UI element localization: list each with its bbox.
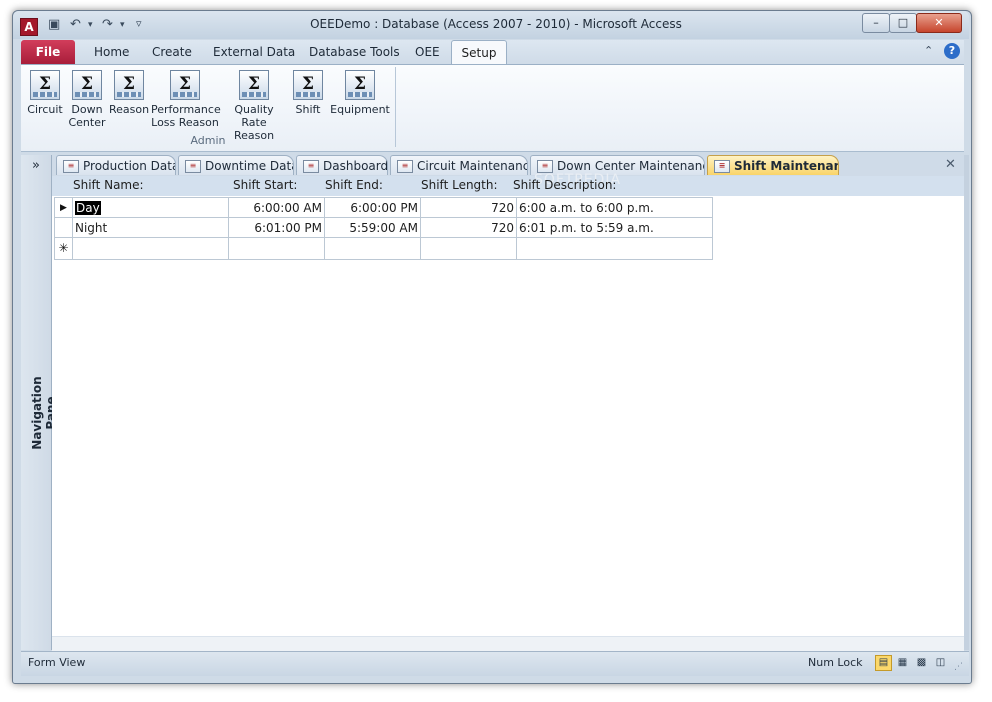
doc-tab-shift-maintenance[interactable]: ≡ Shift Maintenance	[707, 155, 839, 175]
doc-tab-downtime-data[interactable]: ≡ Downtime Data	[178, 155, 294, 175]
new-shift-start-field[interactable]	[229, 238, 325, 260]
shift-start-field[interactable]: 6:00:00 AM	[229, 197, 325, 218]
sigma-icon: Σ	[239, 70, 269, 100]
doc-tab-circuit-maintenance[interactable]: ≡ Circuit Maintenance	[390, 155, 528, 175]
doc-tab-label: Down Center Maintenance	[557, 159, 705, 173]
sigma-icon: Σ	[170, 70, 200, 100]
reason-button[interactable]: Σ Reason	[109, 70, 149, 116]
tab-create[interactable]: Create	[150, 40, 194, 64]
form-header	[52, 176, 964, 196]
sigma-icon: Σ	[30, 70, 60, 100]
header-shift-description: Shift Description:	[513, 178, 617, 192]
header-shift-length: Shift Length:	[421, 178, 498, 192]
design-view-icon[interactable]: ◫	[932, 655, 949, 671]
record-selector[interactable]: ▶	[54, 197, 73, 218]
maximize-button[interactable]: □	[889, 13, 917, 33]
tab-file[interactable]: File	[21, 40, 75, 64]
new-record-selector[interactable]: ✳	[54, 238, 73, 260]
sigma-icon: Σ	[293, 70, 323, 100]
new-shift-length-field[interactable]	[421, 238, 517, 260]
form-icon: ≡	[397, 160, 413, 173]
circuit-button[interactable]: Σ Circuit	[25, 70, 65, 116]
form-icon: ≡	[185, 160, 201, 173]
minimize-button[interactable]: –	[862, 13, 890, 33]
doc-tab-label: Production Data	[83, 159, 176, 173]
equipment-label: Equipment	[330, 103, 390, 116]
performance-loss-reason-button[interactable]: Σ Performance Loss Reason	[151, 70, 221, 129]
doc-tab-label: Dashboard	[323, 159, 388, 173]
shift-description-field[interactable]: 6:00 a.m. to 6:00 p.m.	[517, 197, 713, 218]
shift-end-field[interactable]: 5:59:00 AM	[325, 218, 421, 238]
expand-nav-pane-icon[interactable]: »	[26, 158, 46, 173]
form-icon: ≡	[303, 160, 319, 173]
datasheet-view-icon[interactable]: ▦	[894, 655, 911, 671]
window-edge	[964, 155, 969, 650]
tab-setup[interactable]: Setup	[451, 40, 507, 66]
navigation-pane-label[interactable]: Navigation Pane	[30, 365, 58, 461]
close-document-icon[interactable]: ✕	[945, 157, 956, 172]
status-view-name: Form View	[28, 656, 86, 669]
shift-length-field[interactable]: 720	[421, 218, 517, 238]
sigma-icon: Σ	[114, 70, 144, 100]
form-icon: ≡	[63, 160, 79, 173]
minimize-ribbon-icon[interactable]: ⌃	[924, 44, 933, 57]
tab-oee[interactable]: OEE	[413, 40, 442, 64]
sigma-icon: Σ	[345, 70, 375, 100]
close-button[interactable]: ✕	[916, 13, 962, 33]
header-shift-start: Shift Start:	[233, 178, 298, 192]
reason-label: Reason	[109, 103, 150, 116]
quality-label-1: Quality Rate	[234, 103, 274, 129]
shift-button[interactable]: Σ Shift	[290, 70, 326, 116]
equipment-button[interactable]: Σ Equipment	[328, 70, 392, 116]
doc-tab-label: Shift Maintenance	[734, 159, 838, 173]
header-shift-name: Shift Name:	[73, 178, 144, 192]
form-icon: ≡	[714, 160, 730, 173]
shift-start-field[interactable]: 6:01:00 PM	[229, 218, 325, 238]
shift-end-field[interactable]: 6:00:00 PM	[325, 197, 421, 218]
shift-label: Shift	[295, 103, 321, 116]
performance-label-1: Performance	[151, 103, 221, 116]
form-view-icon[interactable]: ▤	[875, 655, 892, 671]
doc-tab-production-data[interactable]: ≡ Production Data	[56, 155, 176, 175]
window-title: OEEDemo : Database (Access 2007 - 2010) …	[310, 17, 682, 31]
layout-view-icon[interactable]: ▩	[913, 655, 930, 671]
tab-external-data[interactable]: External Data	[211, 40, 297, 64]
doc-tab-label: Circuit Maintenance	[417, 159, 528, 173]
doc-tab-label: Downtime Data	[205, 159, 294, 173]
record-selector[interactable]	[54, 218, 73, 238]
down-center-label-2: Center	[68, 116, 106, 129]
performance-label-2: Loss Reason	[151, 116, 219, 129]
new-shift-name-field[interactable]	[73, 238, 229, 260]
resize-grip-icon[interactable]: ⋰	[954, 662, 964, 672]
new-shift-description-field[interactable]	[517, 238, 713, 260]
shift-description-field[interactable]: 6:01 p.m. to 5:59 a.m.	[517, 218, 713, 238]
doc-tab-dashboard[interactable]: ≡ Dashboard	[296, 155, 388, 175]
down-center-button[interactable]: Σ Down Center	[67, 70, 107, 129]
sigma-icon: Σ	[72, 70, 102, 100]
tab-database-tools[interactable]: Database Tools	[307, 40, 402, 64]
help-icon[interactable]: ?	[944, 43, 960, 59]
tab-home[interactable]: Home	[92, 40, 131, 64]
shift-name-value: Day	[75, 201, 101, 215]
status-num-lock: Num Lock	[808, 656, 863, 669]
down-center-label-1: Down	[71, 103, 103, 116]
group-separator	[395, 67, 396, 147]
shift-name-field[interactable]: Night	[73, 218, 229, 238]
shift-name-field[interactable]: Day	[73, 197, 229, 218]
admin-group-label: Admin	[190, 134, 226, 147]
quality-rate-reason-button[interactable]: Σ Quality Rate Reason	[221, 70, 287, 142]
shift-length-field[interactable]: 720	[421, 197, 517, 218]
new-shift-end-field[interactable]	[325, 238, 421, 260]
form-footer	[52, 636, 964, 651]
header-shift-end: Shift End:	[325, 178, 383, 192]
circuit-label: Circuit	[27, 103, 63, 116]
